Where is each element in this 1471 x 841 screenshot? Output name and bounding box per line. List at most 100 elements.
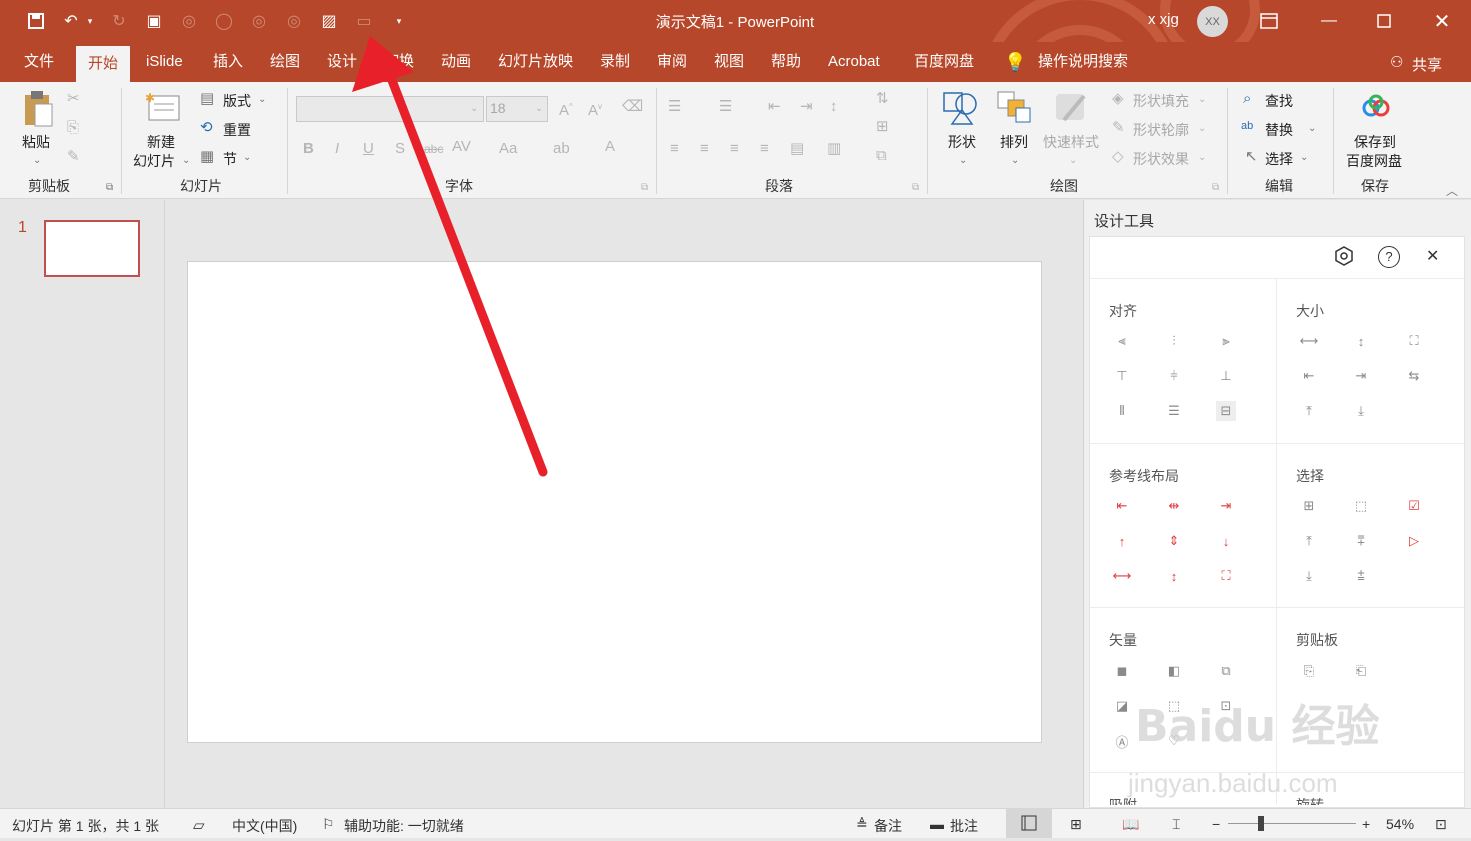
guide-top-icon[interactable]: ↑	[1112, 531, 1132, 551]
tab-transitions[interactable]: 切换	[372, 42, 426, 82]
paste-button[interactable]: 粘贴	[22, 132, 50, 152]
swap-size-icon[interactable]: ⇆	[1404, 366, 1424, 386]
slide-sorter-icon[interactable]: ⊞	[1070, 816, 1082, 833]
shape-union-icon[interactable]: ◎	[178, 10, 200, 32]
format-painter-icon[interactable]: ✎	[67, 148, 80, 166]
accessibility-status[interactable]: 辅助功能: 一切就绪	[344, 816, 464, 836]
smartart-icon[interactable]: ⧉	[876, 147, 887, 165]
guide-fill-height-icon[interactable]: ↕	[1164, 566, 1184, 586]
tab-insert[interactable]: 插入	[201, 42, 255, 82]
baidu-netdisk-icon[interactable]	[1361, 94, 1391, 118]
align-top-icon[interactable]: ⊤	[1112, 366, 1132, 386]
align-center-icon[interactable]: ⫶	[1164, 331, 1184, 351]
close-icon[interactable]: ✕	[1431, 10, 1453, 33]
zoom-slider-thumb[interactable]	[1258, 816, 1264, 831]
distribute-grid-icon[interactable]: ⊟	[1216, 401, 1236, 421]
paragraph-launcher-icon[interactable]: ⧉	[912, 179, 919, 197]
guide-right-icon[interactable]: ⇥	[1216, 496, 1236, 516]
tab-file[interactable]: 文件	[12, 42, 66, 82]
select-same-type-icon[interactable]: ⊞	[1299, 496, 1319, 516]
stretch-right-icon[interactable]: ⇥	[1351, 366, 1371, 386]
align-right-icon[interactable]: ⫸	[1216, 331, 1236, 351]
decrease-indent-icon[interactable]: ⇤	[768, 98, 781, 116]
minimize-icon[interactable]: —	[1318, 10, 1340, 32]
copy-icon[interactable]: ⎘	[67, 119, 79, 137]
maximize-icon[interactable]	[1373, 10, 1395, 32]
quick-styles-icon[interactable]	[1054, 90, 1090, 126]
font-name-dropdown-icon[interactable]: ⌄	[470, 100, 478, 118]
text-direction-icon[interactable]: ⇅	[876, 90, 889, 108]
guide-center-h-icon[interactable]: ⇹	[1164, 496, 1184, 516]
vector-subtract-icon[interactable]: ◧	[1164, 661, 1184, 681]
select-same-size-icon[interactable]: ⬚	[1351, 496, 1371, 516]
quick-styles-dropdown-icon[interactable]: ⌄	[1069, 152, 1077, 170]
tab-home[interactable]: 开始	[76, 46, 131, 82]
tab-view[interactable]: 视图	[702, 42, 756, 82]
align-left-icon[interactable]: ≡	[670, 140, 679, 158]
same-height-icon[interactable]: ↕	[1351, 331, 1371, 351]
comments-button[interactable]: 批注	[950, 816, 978, 836]
vector-text-icon[interactable]: Ⓐ	[1112, 731, 1132, 751]
select-pointer-icon[interactable]: ▷	[1404, 531, 1424, 551]
tab-islide[interactable]: iSlide	[134, 42, 195, 82]
align-left-icon[interactable]: ⫷	[1112, 331, 1132, 351]
shape-outline-button[interactable]: 形状轮廓	[1133, 120, 1189, 140]
reading-view-icon[interactable]: 📖	[1122, 816, 1139, 833]
guide-left-icon[interactable]: ⇤	[1112, 496, 1132, 516]
quick-styles-button[interactable]: 快速样式	[1043, 132, 1099, 152]
arrange-dropdown-icon[interactable]: ⌄	[1011, 152, 1019, 170]
slide-canvas[interactable]	[187, 261, 1042, 743]
shape-fragment-icon[interactable]: ◎	[248, 10, 270, 32]
zoom-in-icon[interactable]: +	[1362, 816, 1370, 832]
numbering-icon[interactable]: ☰	[719, 98, 732, 116]
font-color-icon[interactable]: A	[605, 138, 615, 156]
save-to-label-1[interactable]: 保存到	[1354, 132, 1396, 152]
justify-icon[interactable]: ≡	[760, 140, 769, 158]
panel-copy-icon[interactable]: ⎘	[1299, 661, 1319, 681]
layout-dropdown-icon[interactable]: ⌄	[258, 91, 266, 109]
shape-outline-dropdown-icon[interactable]: ⌄	[1198, 120, 1206, 138]
replace-button[interactable]: 替换	[1265, 120, 1293, 140]
language-status[interactable]: 中文(中国)	[232, 816, 297, 836]
guide-bottom-icon[interactable]: ↓	[1216, 531, 1236, 551]
align-center-icon[interactable]: ≡	[700, 140, 709, 158]
tell-me-search[interactable]: 操作说明搜索	[1026, 42, 1140, 82]
settings-icon[interactable]	[1334, 246, 1354, 266]
tab-draw[interactable]: 绘图	[258, 42, 312, 82]
panel-close-icon[interactable]: ✕	[1426, 246, 1439, 266]
shape-effects-dropdown-icon[interactable]: ⌄	[1198, 149, 1206, 167]
strikethrough-icon[interactable]: abc	[424, 140, 443, 158]
slide-info[interactable]: 幻灯片 第 1 张，共 1 张	[12, 816, 159, 836]
collapse-ribbon-icon[interactable]: ︿	[1446, 182, 1458, 200]
customize-qat-icon[interactable]: ▾	[392, 10, 406, 32]
save-icon[interactable]	[25, 10, 47, 32]
font-size-dropdown-icon[interactable]: ⌄	[535, 100, 543, 118]
underline-icon[interactable]: U	[363, 140, 374, 158]
align-text-icon[interactable]: ⊞	[876, 118, 889, 136]
bullets-icon[interactable]: ☰	[668, 98, 681, 116]
vector-union-icon[interactable]: ◼	[1112, 661, 1132, 681]
align-bottom-icon[interactable]: ⊥	[1216, 366, 1236, 386]
select-button[interactable]: 选择	[1265, 149, 1293, 169]
align-right-icon[interactable]: ≡	[730, 140, 739, 158]
stretch-bottom-icon[interactable]: ⤓	[1351, 401, 1371, 421]
decrease-font-icon[interactable]: Av	[588, 98, 602, 120]
spell-check-icon[interactable]: ▱	[193, 816, 205, 834]
shapes-icon[interactable]	[942, 90, 982, 126]
zoom-out-icon[interactable]: −	[1212, 816, 1220, 832]
redo-icon[interactable]: ↻	[108, 10, 130, 32]
shapes-dropdown-icon[interactable]: ⌄	[959, 152, 967, 170]
font-launcher-icon[interactable]: ⧉	[641, 179, 648, 197]
columns-icon[interactable]: ▥	[827, 140, 841, 158]
shadow-icon[interactable]: S	[395, 140, 405, 158]
guide-center-v-icon[interactable]: ⇕	[1164, 531, 1184, 551]
select-above-icon[interactable]: ⤒	[1299, 531, 1319, 551]
pointer-shape-icon[interactable]: ▭	[353, 10, 375, 32]
clipboard-launcher-icon[interactable]: ⧉	[106, 179, 113, 197]
font-name-input[interactable]	[296, 96, 484, 122]
drawing-launcher-icon[interactable]: ⧉	[1212, 179, 1219, 197]
tab-acrobat[interactable]: Acrobat	[816, 42, 892, 82]
new-slide-label-1[interactable]: 新建	[147, 132, 175, 152]
layout-button[interactable]: 版式	[223, 91, 251, 111]
shape-fill-dropdown-icon[interactable]: ⌄	[1198, 91, 1206, 109]
